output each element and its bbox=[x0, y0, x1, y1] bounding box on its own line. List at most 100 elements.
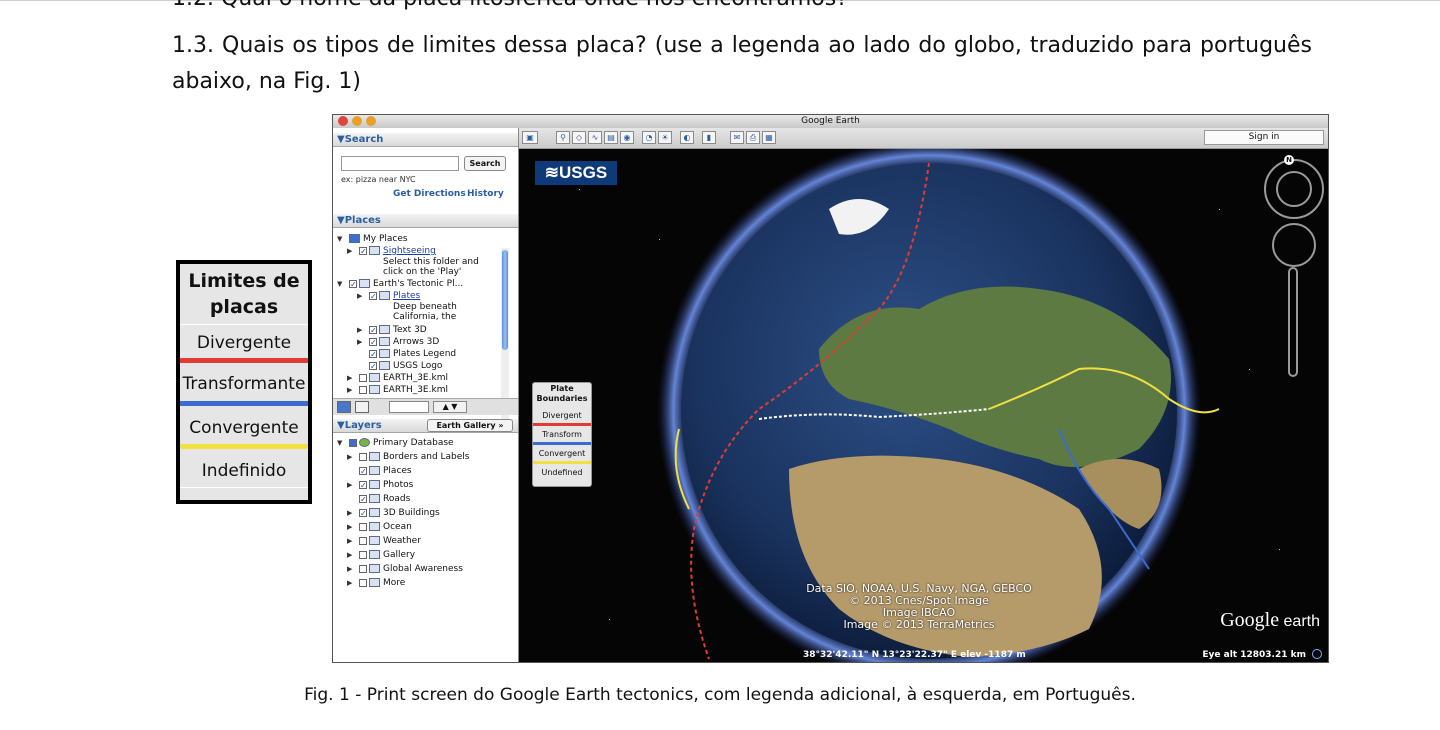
move-joystick[interactable] bbox=[1272, 223, 1316, 267]
legend-en-convergent-bar bbox=[533, 461, 591, 464]
layer-icon bbox=[369, 494, 380, 503]
sign-in-button[interactable]: Sign in bbox=[1204, 130, 1324, 145]
history-link[interactable]: History bbox=[467, 189, 504, 199]
checkbox bbox=[359, 551, 367, 559]
search-icon[interactable] bbox=[337, 401, 351, 413]
kml-icon bbox=[369, 373, 380, 382]
legend-en-divergent: Divergent bbox=[542, 411, 582, 420]
places-header[interactable]: ▼Places bbox=[333, 214, 518, 228]
layer-icon bbox=[369, 452, 380, 461]
folder-icon bbox=[369, 246, 380, 255]
layer-icon bbox=[369, 578, 380, 587]
usgs-logo: ≋USGS bbox=[535, 161, 617, 185]
legend-pt-transform: Transformante bbox=[182, 374, 306, 394]
legend-pt-transform-bar bbox=[180, 401, 308, 406]
planets-icon[interactable]: ◐ bbox=[680, 131, 694, 144]
checkbox bbox=[359, 523, 367, 531]
legend-pt-bottom-divider bbox=[180, 487, 308, 488]
legend-portuguese: Limites de placas Divergente Transforman… bbox=[176, 260, 312, 504]
search-button[interactable]: Search bbox=[464, 156, 506, 171]
ruler-icon[interactable]: ▮ bbox=[702, 131, 716, 144]
legend-en-undefined: Undefined bbox=[541, 468, 583, 477]
search-header[interactable]: ▼Search bbox=[333, 133, 518, 147]
figure-caption: Fig. 1 - Print screen do Google Earth te… bbox=[304, 685, 1136, 705]
layer-icon bbox=[369, 522, 380, 531]
north-icon[interactable]: N bbox=[1284, 155, 1294, 165]
layer-icon bbox=[369, 480, 380, 489]
folder-icon bbox=[349, 234, 360, 243]
legend-pt-divider bbox=[180, 324, 308, 325]
credit-line: Image © 2013 TerraMetrics bbox=[843, 618, 995, 631]
google-earth-window: Google Earth ▣ ⚲ ◇ ∿ ▤ ◉ ◔ ☀ ◐ ▮ ✉ ⎙ ▦ S… bbox=[332, 114, 1329, 663]
overlay-icon bbox=[379, 361, 390, 370]
path-icon[interactable]: ∿ bbox=[588, 131, 602, 144]
legend-en-transform: Transform bbox=[542, 430, 582, 439]
sun-icon[interactable]: ☀ bbox=[658, 131, 672, 144]
legend-pt-undefined: Indefinido bbox=[201, 461, 287, 481]
checkbox: ✓ bbox=[359, 481, 367, 490]
polygon-icon[interactable]: ◇ bbox=[572, 131, 586, 144]
checkbox bbox=[359, 537, 367, 545]
sidebar-toggle-icon[interactable]: ▣ bbox=[522, 131, 538, 144]
places-bottom-bar: ▲ ▼ bbox=[333, 398, 518, 415]
sidebar: ▼Search Search ex: pizza near NYC Get Di… bbox=[333, 128, 519, 662]
folder-icon bbox=[379, 337, 390, 346]
move-up-down-icon[interactable]: ▲ ▼ bbox=[433, 401, 467, 413]
history-icon[interactable]: ◔ bbox=[642, 131, 656, 144]
checkbox bbox=[359, 579, 367, 587]
coordinates-readout: 38°32'42.11" N 13°23'22.37" E elev -1187… bbox=[803, 650, 1026, 660]
data-credits: Data SIO, NOAA, U.S. Navy, NGA, GEBCO © … bbox=[769, 583, 1069, 631]
question-1-3: 1.3. Quais os tipos de limites dessa pla… bbox=[172, 33, 1312, 94]
overlay-icon bbox=[379, 349, 390, 358]
layer-icon bbox=[369, 564, 380, 573]
earth-view[interactable]: ≋USGS Plate Boundaries Divergent Transfo… bbox=[519, 149, 1328, 662]
maps-icon[interactable]: ▦ bbox=[762, 131, 776, 144]
legend-english: Plate Boundaries Divergent Transform Con… bbox=[532, 382, 592, 487]
print-icon[interactable]: ⎙ bbox=[746, 131, 760, 144]
overlay-icon[interactable]: ▤ bbox=[604, 131, 618, 144]
checkbox: ✓ bbox=[359, 495, 367, 504]
look-joystick[interactable] bbox=[1276, 171, 1312, 207]
panel-icon[interactable] bbox=[355, 401, 369, 413]
scroll-thumb[interactable] bbox=[502, 250, 508, 350]
email-icon[interactable]: ✉ bbox=[730, 131, 744, 144]
tour-icon[interactable]: ◉ bbox=[620, 131, 634, 144]
globe-icon bbox=[359, 438, 370, 447]
legend-pt-convergent: Convergente bbox=[189, 418, 299, 438]
placemark-icon[interactable]: ⚲ bbox=[556, 131, 570, 144]
checkbox: ✓ bbox=[359, 509, 367, 518]
folder-icon bbox=[379, 325, 390, 334]
plates-desc-2: California, the bbox=[393, 312, 457, 322]
legend-pt-divergent-bar bbox=[180, 358, 308, 363]
sightseeing-desc-1: Select this folder and bbox=[383, 257, 479, 267]
legend-en-transform-bar bbox=[533, 442, 591, 445]
question-1-2: 1.2. Qual o nome da placa litosférica on… bbox=[172, 0, 848, 11]
zoom-slider[interactable] bbox=[1288, 267, 1298, 377]
kml-icon bbox=[369, 385, 380, 394]
layer-icon bbox=[369, 466, 380, 475]
eye-altitude: Eye alt 12803.21 km bbox=[1202, 650, 1306, 660]
search-input[interactable] bbox=[341, 156, 459, 171]
legend-pt-convergent-bar bbox=[180, 444, 308, 449]
legend-en-convergent: Convergent bbox=[538, 449, 586, 458]
sightseeing-desc-2: click on the 'Play' bbox=[383, 267, 462, 277]
kml-icon bbox=[359, 279, 370, 288]
checkbox: ✓ bbox=[359, 467, 367, 476]
legend-en-divergent-bar bbox=[533, 423, 591, 426]
layer-icon bbox=[369, 508, 380, 517]
layer-icon bbox=[369, 536, 380, 545]
streaming-icon bbox=[1312, 649, 1322, 659]
google-earth-logo: Google earth bbox=[1220, 609, 1320, 631]
folder-icon bbox=[379, 291, 390, 300]
places-field[interactable] bbox=[389, 401, 429, 413]
earth-gallery-button[interactable]: Earth Gallery » bbox=[427, 419, 513, 432]
legend-pt-title: Limites de placas bbox=[188, 270, 300, 318]
checkbox bbox=[359, 565, 367, 573]
plates-desc-1: Deep beneath bbox=[393, 302, 457, 312]
search-hint: ex: pizza near NYC bbox=[341, 175, 416, 184]
title-bar: Google Earth bbox=[333, 115, 1328, 128]
layer-icon bbox=[369, 550, 380, 559]
toolbar: ▣ ⚲ ◇ ∿ ▤ ◉ ◔ ☀ ◐ ▮ ✉ ⎙ ▦ Sign in bbox=[518, 128, 1328, 149]
checkbox bbox=[359, 453, 367, 461]
get-directions-link[interactable]: Get Directions bbox=[393, 189, 466, 199]
